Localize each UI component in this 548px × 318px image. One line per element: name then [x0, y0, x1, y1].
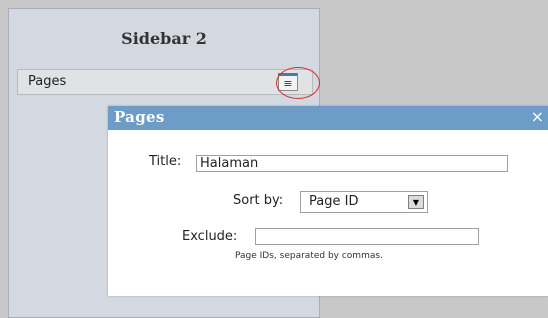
- title-label: Title:: [149, 154, 182, 169]
- sort-by-select[interactable]: Page ID ▼: [300, 191, 428, 213]
- dialog-title: Pages: [114, 108, 165, 126]
- close-icon[interactable]: ×: [531, 107, 544, 126]
- exclude-field[interactable]: [255, 228, 479, 245]
- title-field[interactable]: Halaman: [196, 155, 508, 172]
- sort-by-value: Page ID: [309, 194, 359, 209]
- widget-pages[interactable]: Pages ≡: [17, 69, 313, 95]
- sort-label: Sort by:: [233, 193, 284, 208]
- pages-dialog: Pages × Title: Halaman Sort by: Page ID …: [108, 106, 548, 296]
- dialog-header: Pages ×: [108, 106, 548, 130]
- chevron-down-icon[interactable]: ▼: [408, 195, 424, 209]
- widget-label: Pages: [28, 74, 67, 89]
- exclude-label: Exclude:: [182, 229, 238, 244]
- sidebar-title: Sidebar 2: [121, 29, 207, 48]
- highlight-circle: [276, 67, 320, 99]
- exclude-hint: Page IDs, separated by commas.: [235, 251, 383, 261]
